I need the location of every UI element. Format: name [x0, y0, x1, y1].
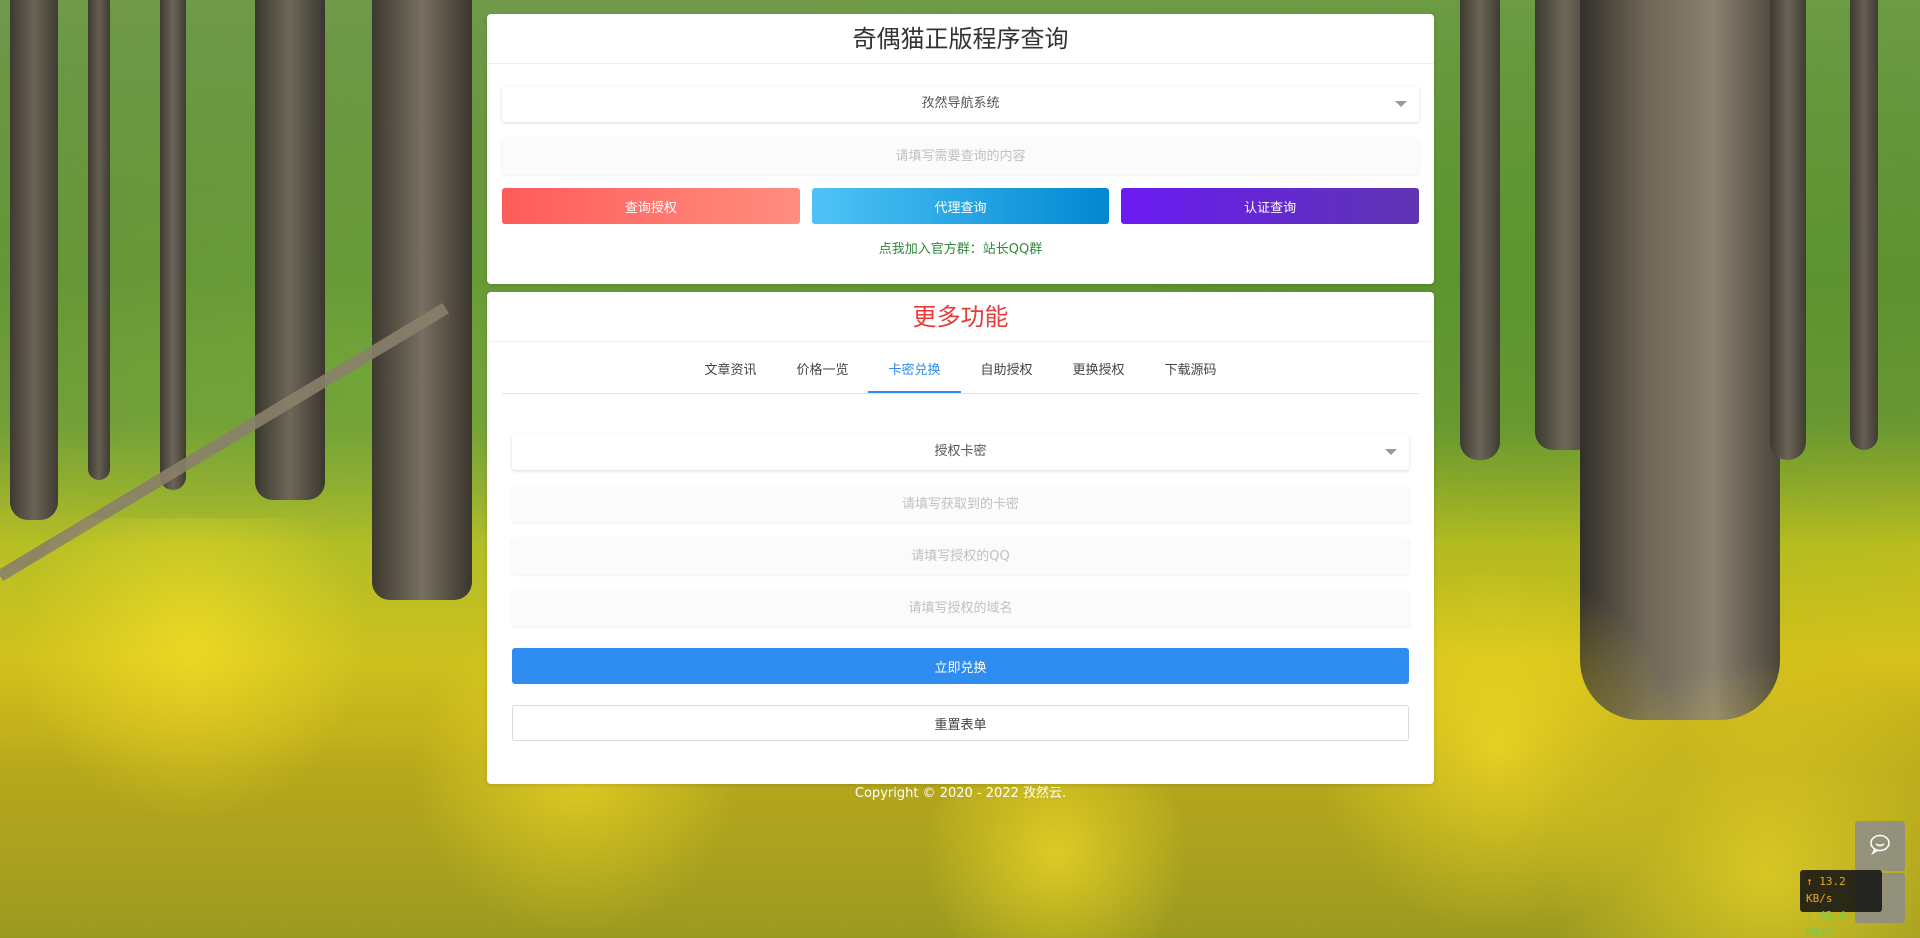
reset-form-button[interactable]: 重置表单	[512, 705, 1409, 741]
card-type-select[interactable]: 授权卡密	[512, 434, 1409, 470]
tree-trunk	[255, 0, 325, 500]
qq-field[interactable]	[512, 538, 1409, 574]
section-title: 更多功能	[487, 292, 1434, 342]
upload-speed: ↑ 13.2 KB/s	[1806, 875, 1846, 905]
tab-articles[interactable]: 文章资讯	[684, 350, 776, 393]
query-panel: 奇偶猫正版程序查询 孜然导航系统 查询授权 代理查询 认证查询 点我加入官方群：…	[487, 14, 1434, 284]
card-field[interactable]	[512, 486, 1409, 522]
tab-self-auth[interactable]: 自助授权	[961, 350, 1053, 393]
redeem-button[interactable]: 立即兑换	[512, 648, 1409, 684]
tree-trunk	[372, 0, 472, 600]
chat-bubble-icon	[1868, 832, 1892, 860]
caret-down-icon	[1385, 449, 1397, 455]
agent-query-button[interactable]: 代理查询	[811, 188, 1110, 224]
tree-trunk	[1850, 0, 1878, 450]
feature-tabs: 文章资讯 价格一览 卡密兑换 自助授权 更换授权 下载源码	[502, 350, 1419, 394]
card-type-value: 授权卡密	[934, 444, 987, 459]
tab-prices[interactable]: 价格一览	[776, 350, 868, 393]
download-speed: ↓ 42.4 KB/s	[1806, 909, 1846, 938]
query-input[interactable]	[502, 138, 1419, 174]
network-speed-widget: ↑ 13.2 KB/s ↓ 42.4 KB/s	[1800, 870, 1882, 938]
qq-group-text: 点我加入官方群：站长QQ群	[487, 238, 1434, 257]
program-select[interactable]: 孜然导航系统	[502, 86, 1419, 122]
qq-input[interactable]	[512, 538, 1409, 574]
caret-down-icon	[1395, 101, 1407, 107]
domain-field[interactable]	[512, 590, 1409, 626]
tab-card-redeem[interactable]: 卡密兑换	[868, 350, 961, 393]
program-select-value: 孜然导航系统	[921, 96, 1000, 111]
query-button-row: 查询授权 代理查询 认证查询	[502, 188, 1420, 224]
query-field[interactable]	[502, 138, 1419, 174]
tree-trunk	[1770, 0, 1806, 460]
page-title: 奇偶猫正版程序查询	[487, 14, 1434, 64]
card-key-input[interactable]	[512, 486, 1409, 522]
copyright-text: Copyright © 2020 - 2022 孜然云.	[854, 786, 1067, 801]
domain-input[interactable]	[512, 590, 1409, 626]
tab-change-auth[interactable]: 更换授权	[1053, 350, 1145, 393]
tree-trunk	[10, 0, 58, 520]
query-auth-button[interactable]: 查询授权	[502, 188, 800, 224]
tab-download-source[interactable]: 下载源码	[1145, 350, 1237, 393]
more-features-panel: 更多功能 文章资讯 价格一览 卡密兑换 自助授权 更换授权 下载源码 授权卡密 …	[487, 292, 1434, 784]
qq-group-link[interactable]: 点我加入官方群：站长QQ群	[879, 242, 1042, 257]
tree-trunk	[88, 0, 110, 480]
tree-trunk	[1460, 0, 1500, 460]
redeem-form: 授权卡密 立即兑换 重置表单	[487, 394, 1434, 741]
chat-button[interactable]	[1855, 821, 1905, 871]
tree-trunk	[160, 0, 186, 490]
cert-query-button[interactable]: 认证查询	[1121, 188, 1420, 224]
